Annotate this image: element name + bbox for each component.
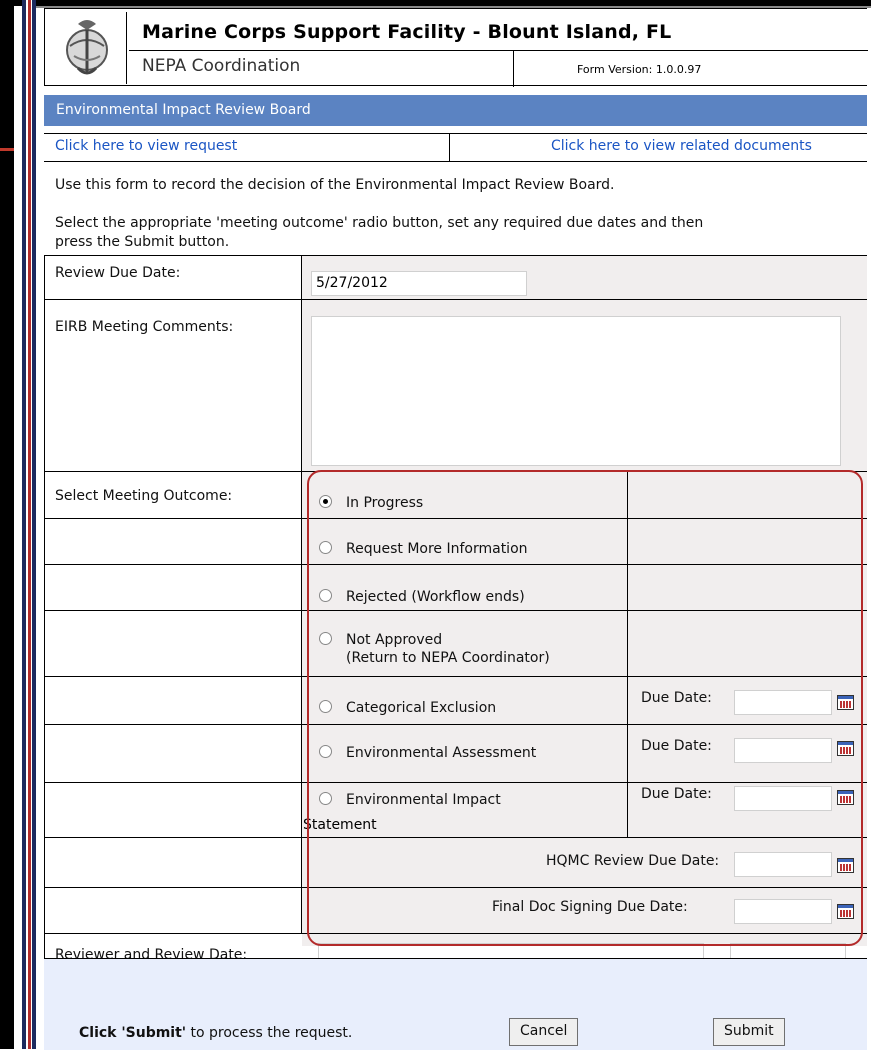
links-divider <box>449 134 450 161</box>
final-doc-signing-due-date-input[interactable] <box>734 899 832 924</box>
cancel-button[interactable]: Cancel <box>509 1018 579 1046</box>
grid-line <box>44 518 867 519</box>
option-label: Environmental Assessment <box>346 745 537 761</box>
option-label: Categorical Exclusion <box>346 700 497 716</box>
outcome-environmental-impact-statement[interactable]: Environmental Impact <box>319 792 501 808</box>
grid-line <box>44 724 867 725</box>
left-frame-accent <box>0 148 14 151</box>
submit-hint: Click 'Submit' to process the request. <box>79 1025 352 1041</box>
eirb-comments-textarea[interactable] <box>311 316 841 466</box>
radio-environmental-impact-statement[interactable] <box>319 792 332 805</box>
eirb-comments-label: EIRB Meeting Comments: <box>55 319 234 335</box>
submit-button[interactable]: Submit <box>713 1018 785 1046</box>
due-date-input-eis[interactable] <box>734 786 832 811</box>
calendar-icon[interactable] <box>837 741 854 756</box>
grid-line <box>44 933 867 934</box>
option-label: Rejected (Workflow ends) <box>346 589 525 605</box>
grid-line <box>44 471 867 472</box>
grid-line <box>44 299 867 300</box>
radio-rejected[interactable] <box>319 589 332 602</box>
submit-hint-rest: to process the request. <box>186 1025 353 1041</box>
radio-request-more-info[interactable] <box>319 541 332 554</box>
grid-line <box>44 676 867 677</box>
app-subtitle: NEPA Coordination <box>142 56 301 76</box>
grid-line <box>44 564 867 565</box>
calendar-icon[interactable] <box>837 904 854 919</box>
outcome-environmental-assessment[interactable]: Environmental Assessment <box>319 745 536 761</box>
form-version: Form Version: 1.0.0.97 <box>577 63 702 76</box>
outcome-categorical-exclusion[interactable]: Categorical Exclusion <box>319 700 496 716</box>
usmc-emblem-logo <box>48 12 127 84</box>
grid-line <box>44 255 45 958</box>
due-date-input-ea[interactable] <box>734 738 832 763</box>
submit-hint-bold: Click 'Submit' <box>79 1025 187 1041</box>
outcome-in-progress[interactable]: In Progress <box>319 495 423 511</box>
view-related-documents-link[interactable]: Click here to view related documents <box>551 138 812 154</box>
view-request-link[interactable]: Click here to view request <box>55 138 237 154</box>
option-label: Environmental Impact <box>346 792 501 808</box>
instruction-line-2: Select the appropriate 'meeting outcome'… <box>55 215 704 231</box>
review-due-date-label: Review Due Date: <box>55 265 181 281</box>
form-footer: Click 'Submit' to process the request. C… <box>44 958 867 1050</box>
outcome-not-approved[interactable]: Not Approved (Return to NEPA Coordinator… <box>319 632 550 666</box>
outcome-request-more-info[interactable]: Request More Information <box>319 541 528 557</box>
outcome-rejected[interactable]: Rejected (Workflow ends) <box>319 589 525 605</box>
review-due-date-input[interactable]: 5/27/2012 <box>311 271 527 296</box>
calendar-icon[interactable] <box>837 695 854 710</box>
header-divider <box>129 50 868 51</box>
grid-line <box>44 782 867 783</box>
grid-line <box>301 255 302 933</box>
left-decorative-stripe <box>22 0 36 1049</box>
form-header: Marine Corps Support Facility - Blount I… <box>44 8 868 87</box>
option-label: In Progress <box>346 495 424 511</box>
org-title: Marine Corps Support Facility - Blount I… <box>142 21 672 43</box>
radio-not-approved[interactable] <box>319 632 332 645</box>
header-column-divider <box>513 50 514 87</box>
section-title-bar: Environmental Impact Review Board <box>44 95 867 126</box>
links-row: Click here to view request Click here to… <box>44 133 867 162</box>
hqmc-review-due-date-input[interactable] <box>734 852 832 877</box>
radio-in-progress[interactable] <box>319 495 332 508</box>
due-date-label-ea: Due Date: <box>641 738 712 754</box>
meeting-outcome-label: Select Meeting Outcome: <box>55 488 233 504</box>
form-page: Marine Corps Support Facility - Blount I… <box>44 8 871 1050</box>
calendar-icon[interactable] <box>837 858 854 873</box>
final-doc-signing-due-date-label: Final Doc Signing Due Date: <box>492 899 688 915</box>
calendar-icon[interactable] <box>837 790 854 805</box>
grid-line <box>44 887 867 888</box>
option-label: Not Approved <box>346 632 443 648</box>
radio-categorical-exclusion[interactable] <box>319 700 332 713</box>
option-sublabel: (Return to NEPA Coordinator) <box>346 650 550 666</box>
due-date-label-eis: Due Date: <box>641 786 712 802</box>
option-sublabel: Statement <box>303 817 377 833</box>
hqmc-review-due-date-label: HQMC Review Due Date: <box>546 853 720 869</box>
grid-line <box>627 471 628 837</box>
grid-line <box>44 837 867 838</box>
left-frame <box>0 0 14 1049</box>
grid-line <box>44 255 867 256</box>
grid-line <box>44 610 867 611</box>
option-label: Request More Information <box>346 541 528 557</box>
due-date-label-cx: Due Date: <box>641 690 712 706</box>
instruction-line-1: Use this form to record the decision of … <box>55 177 615 193</box>
instruction-line-3: press the Submit button. <box>55 234 230 250</box>
section-title: Environmental Impact Review Board <box>56 102 311 118</box>
due-date-input-cx[interactable] <box>734 690 832 715</box>
radio-environmental-assessment[interactable] <box>319 745 332 758</box>
